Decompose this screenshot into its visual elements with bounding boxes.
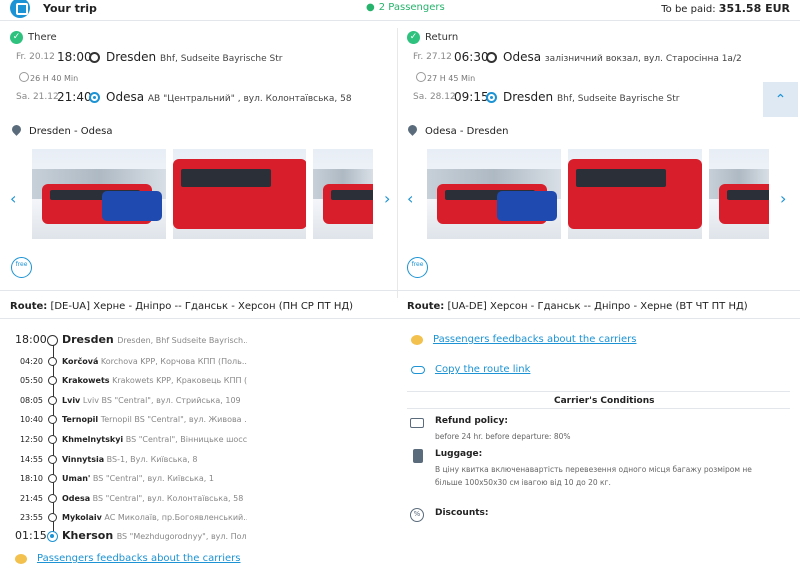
- bus-photo[interactable]: [32, 149, 166, 239]
- header-divider: [0, 20, 800, 21]
- wifi-icon: free: [407, 257, 428, 278]
- conditions-title: Carrier's Conditions: [554, 396, 655, 406]
- passengers-toggle[interactable]: ● 2 Passengers: [366, 2, 445, 13]
- return-section: ✓ Return Fr. 27.12 06:30 Odesa залізничн…: [407, 30, 797, 108]
- bus-photo[interactable]: [172, 149, 307, 239]
- pay-label: To be paid:: [661, 4, 716, 15]
- app-logo-icon: [10, 0, 30, 18]
- location-pin-icon: [12, 125, 21, 137]
- return-photo-carousel: [427, 149, 770, 239]
- passengers-label: 2 Passengers: [378, 2, 445, 13]
- departure-dot-icon: [486, 52, 497, 63]
- stop-item: 12:50 Khmelnytskyi BS "Central", Вінницьк…: [19, 434, 247, 444]
- pay-value: 351.58 EUR: [718, 2, 790, 15]
- arr-time: 21:40: [57, 90, 92, 104]
- there-departure: Fr. 20.12 18:00 Dresden Bhf, Sudseite Ba…: [10, 48, 400, 68]
- bus-photo[interactable]: [427, 149, 561, 239]
- there-route-name: Dresden - Odesa: [12, 125, 112, 137]
- clock-icon: [19, 72, 29, 82]
- wifi-icon: free: [11, 257, 32, 278]
- return-route-name: Odesa - Dresden: [408, 125, 508, 137]
- return-arrival: Sa. 28.12 09:15 Dresden Bhf, Sudseite Ba…: [413, 90, 680, 104]
- total-price: To be paid: 351.58 EUR: [661, 2, 790, 15]
- there-carousel-prev-icon[interactable]: ‹: [10, 189, 16, 208]
- feedback-link-left[interactable]: Passengers feedbacks about the carriers: [15, 553, 241, 564]
- there-section: ✓ There Fr. 20.12 18:00 Dresden Bhf, Sud…: [10, 30, 400, 108]
- stop-item: 18:00 Dresden Dresden, Bhf Sudseite Bayri…: [15, 333, 247, 346]
- stop-item: 04:20 Korčová Korchova KPP, Корчова КПП (…: [19, 356, 247, 366]
- dep-date: Fr. 20.12: [16, 52, 55, 62]
- check-icon: ✓: [10, 30, 23, 44]
- stops-list: 18:00 Dresden Dresden, Bhf Sudseite Bayri…: [15, 332, 395, 548]
- departure-dot-icon: [89, 52, 100, 63]
- arr-date: Sa. 21.12: [16, 92, 59, 102]
- conditions-divider: [407, 408, 790, 409]
- bus-photo[interactable]: [709, 149, 769, 239]
- stop-item: 10:40 Ternopil Ternopil BS "Central", вул…: [19, 415, 247, 425]
- stop-item: 21:45 Odesa BS "Central", вул. Колонтаївс…: [19, 493, 244, 503]
- return-carousel-prev-icon[interactable]: ‹: [407, 189, 413, 208]
- return-duration: 27 H 45 Min: [407, 68, 797, 88]
- dep-city: Dresden Bhf, Sudseite Bayrische Str: [106, 50, 283, 64]
- top-bar: Your trip ● 2 Passengers To be paid: 351…: [0, 0, 800, 18]
- page-title: Your trip: [43, 2, 97, 15]
- link-icon: [411, 365, 425, 374]
- there-arrival: Sa. 21.12 21:40 Odesa АВ "Центральний" ,…: [10, 88, 400, 108]
- dep-time: 18:00: [57, 50, 92, 64]
- scroll-up-button[interactable]: ⌃: [763, 82, 798, 117]
- check-icon: ✓: [407, 30, 420, 44]
- chat-bubble-icon: [411, 334, 423, 345]
- stop-item: 01:15 Kherson BS "Mezhdugorodnyy", вул. П…: [15, 528, 247, 542]
- bus-photo[interactable]: [568, 149, 702, 239]
- refund-icon: [410, 418, 424, 428]
- person-icon: ●: [366, 2, 375, 13]
- stop-item: 08:05 Lviv Lviv BS "Central", вул. Стрийс…: [19, 395, 241, 405]
- there-label: There: [28, 31, 57, 43]
- stop-item: 05:50 Krakowets Krakowets KPP, Краковець …: [19, 376, 247, 386]
- bus-photo[interactable]: [313, 149, 373, 239]
- there-duration: 26 H 40 Min: [10, 68, 400, 88]
- section-divider: [0, 318, 800, 319]
- stop-item: 14:55 Vinnytsia BS-1, Вул. Київська, 8: [19, 454, 198, 464]
- percent-icon: %: [410, 508, 424, 522]
- there-route-line: Route: [DE-UA] Херне - Дніпро -- Гданськ…: [10, 301, 354, 312]
- arr-city: Odesa АВ "Центральний" , вул. Колонтаївс…: [106, 90, 352, 104]
- clock-icon: [416, 72, 426, 82]
- there-header: ✓ There: [10, 30, 400, 44]
- return-route-line: Route: [UA-DE] Херсон - Гданськ -- Дніпр…: [407, 301, 748, 312]
- return-carousel-next-icon[interactable]: ›: [780, 189, 786, 208]
- section-divider: [0, 290, 800, 291]
- stop-item: 18:10 Uman' BS "Central", вул. Київська, …: [19, 474, 214, 484]
- return-departure: Fr. 27.12 06:30 Odesa залізничний вокзал…: [413, 50, 742, 64]
- there-carousel-next-icon[interactable]: ›: [384, 189, 390, 208]
- return-header: ✓ Return: [407, 30, 797, 44]
- luggage-icon: [413, 449, 423, 463]
- stop-item: 23:55 Mykolaiv AC Миколаїв, пр.Богоявленс…: [19, 513, 247, 523]
- feedback-link-right[interactable]: Passengers feedbacks about the carriers: [411, 334, 637, 345]
- arrival-dot-icon: [89, 92, 100, 103]
- return-label: Return: [425, 31, 459, 43]
- conditions-divider: [407, 391, 790, 392]
- location-pin-icon: [408, 125, 417, 137]
- arrival-dot-icon: [486, 92, 497, 103]
- chat-bubble-icon: [15, 553, 27, 564]
- copy-route-link[interactable]: Copy the route link: [411, 364, 530, 375]
- there-photo-carousel: [32, 149, 373, 239]
